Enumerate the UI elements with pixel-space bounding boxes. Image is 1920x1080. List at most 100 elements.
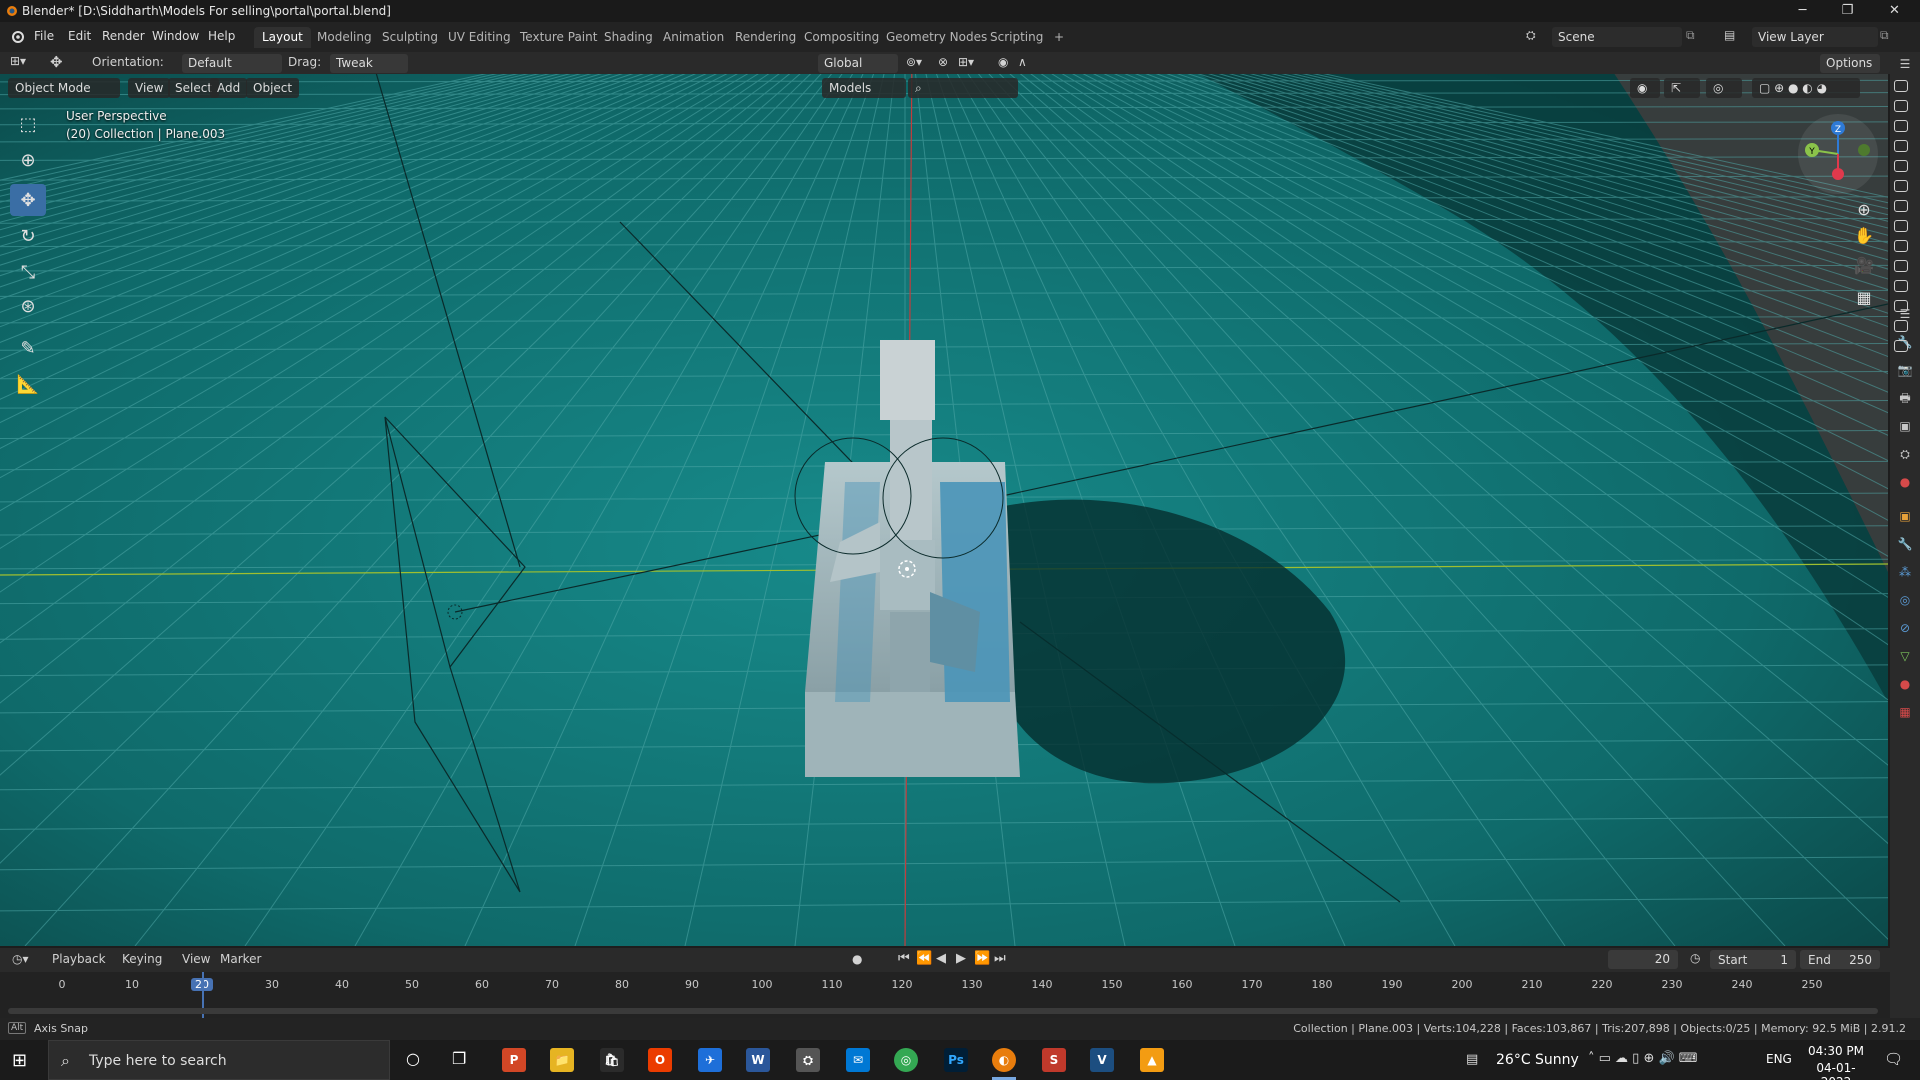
perspective-grid-icon[interactable]: ▦: [1850, 284, 1878, 312]
tab-texture-paint[interactable]: Texture Paint: [512, 27, 605, 48]
tab-sculpting[interactable]: Sculpting: [374, 27, 446, 48]
jump-start-icon[interactable]: ⏮: [898, 951, 910, 969]
transform-icon[interactable]: ⊛: [10, 290, 46, 322]
app-icon[interactable]: ✈: [698, 1048, 722, 1072]
view-layer-tab-icon[interactable]: ▣: [1897, 418, 1913, 434]
collection-filter-dropdown[interactable]: Models: [822, 78, 906, 98]
mail-icon[interactable]: ✉: [846, 1048, 870, 1072]
rotate-icon[interactable]: ↻: [10, 220, 46, 252]
menu-view[interactable]: View: [128, 78, 171, 98]
camera-visibility-icon[interactable]: [1894, 340, 1908, 352]
object-tab-icon[interactable]: ▣: [1897, 508, 1913, 524]
scene-field[interactable]: Scene: [1552, 27, 1682, 47]
camera-visibility-icon[interactable]: [1894, 220, 1908, 232]
prev-keyframe-icon[interactable]: ⏪: [916, 951, 932, 969]
end-frame-field[interactable]: End 250: [1800, 950, 1880, 969]
pivot-icon[interactable]: ⊚▾: [906, 55, 922, 73]
menu-add[interactable]: Add: [210, 78, 248, 98]
language-indicator[interactable]: ENG: [1766, 1052, 1792, 1066]
shading-mode-icon[interactable]: ▢ ⊕ ● ◐ ◕: [1752, 78, 1860, 98]
play-icon[interactable]: ▶: [956, 951, 966, 969]
minimize-button[interactable]: ─: [1780, 0, 1825, 22]
visibility-icon[interactable]: ◉: [1630, 78, 1660, 98]
world-tab-icon[interactable]: ●: [1897, 474, 1913, 490]
mode-dropdown[interactable]: Object Mode: [8, 78, 120, 98]
move-icon[interactable]: ✥: [10, 184, 46, 216]
photoshop-icon[interactable]: Ps: [944, 1048, 968, 1072]
current-frame-field[interactable]: 20: [1608, 950, 1678, 969]
tab-shading[interactable]: Shading: [596, 27, 661, 48]
scale-icon[interactable]: ⤡: [10, 256, 46, 288]
particles-tab-icon[interactable]: ⁂: [1897, 564, 1913, 580]
timeline-area[interactable]: 0102030405060708090100110120130140150160…: [0, 972, 1890, 1018]
blender-menu-icon[interactable]: [9, 30, 25, 44]
navigation-gizmo[interactable]: Z Y: [1798, 114, 1878, 194]
select-box-icon[interactable]: ⬚: [10, 108, 46, 140]
outliner-icon[interactable]: ☰: [1897, 56, 1913, 72]
close-button[interactable]: ✕: [1872, 0, 1917, 22]
3d-viewport[interactable]: User Perspective (20) Collection | Plane…: [0, 52, 1888, 946]
notifications-icon[interactable]: 🗨: [1884, 1050, 1903, 1068]
annotate-icon[interactable]: ✎: [10, 332, 46, 364]
material-tab-icon[interactable]: ●: [1897, 676, 1913, 692]
editor-type-icon[interactable]: ⊞▾: [10, 54, 26, 72]
physics-tab-icon[interactable]: ◎: [1897, 592, 1913, 608]
proportional-edit-icon[interactable]: ◉: [998, 55, 1008, 73]
view-layer-field[interactable]: View Layer: [1752, 27, 1878, 47]
modifier-tab-icon[interactable]: 🔧: [1897, 536, 1913, 552]
camera-visibility-icon[interactable]: [1894, 180, 1908, 192]
menu-help[interactable]: Help: [208, 29, 235, 43]
pan-hand-icon[interactable]: ✋: [1850, 222, 1878, 250]
cortana-icon[interactable]: ○: [406, 1049, 420, 1068]
camera-visibility-icon[interactable]: [1894, 300, 1908, 312]
menu-object[interactable]: Object: [246, 78, 300, 98]
data-tab-icon[interactable]: ▽: [1897, 648, 1913, 664]
timeline-editor-icon[interactable]: ◷▾: [12, 952, 29, 970]
preview-range-icon[interactable]: ◷: [1690, 951, 1700, 969]
menu-keying[interactable]: Keying: [122, 952, 162, 970]
scene-tab-icon[interactable]: ⛭: [1897, 446, 1913, 462]
clock-time[interactable]: 04:30 PM: [1806, 1044, 1866, 1058]
orientation-dropdown[interactable]: Default: [182, 54, 282, 73]
file-explorer-icon[interactable]: 📁: [550, 1048, 574, 1072]
camera-visibility-icon[interactable]: [1894, 100, 1908, 112]
viewport-search-icon[interactable]: ⌕: [908, 78, 1018, 98]
start-frame-field[interactable]: Start 1: [1710, 950, 1796, 969]
new-scene-icon[interactable]: ⧉: [1686, 28, 1695, 43]
camera-visibility-icon[interactable]: [1894, 80, 1908, 92]
camera-visibility-icon[interactable]: [1894, 200, 1908, 212]
output-tab-icon[interactable]: 🖶: [1897, 390, 1913, 406]
camera-visibility-icon[interactable]: [1894, 120, 1908, 132]
overlay-toggle-icon[interactable]: ◎: [1706, 78, 1742, 98]
drag-dropdown[interactable]: Tweak: [330, 54, 408, 73]
play-reverse-icon[interactable]: ◀: [936, 951, 946, 969]
blender-taskbar-icon[interactable]: ◐: [992, 1048, 1016, 1072]
camera-visibility-icon[interactable]: [1894, 320, 1908, 332]
jump-end-icon[interactable]: ⏭: [994, 951, 1006, 969]
menu-edit[interactable]: Edit: [68, 29, 91, 43]
clock-date[interactable]: 04-01-2022: [1802, 1061, 1870, 1080]
new-view-layer-icon[interactable]: ⧉: [1880, 28, 1889, 43]
menu-render[interactable]: Render: [102, 29, 145, 43]
cursor-icon[interactable]: ⊕: [10, 144, 46, 176]
menu-file[interactable]: File: [34, 29, 54, 43]
tab-rendering[interactable]: Rendering: [727, 27, 804, 48]
snap-target-icon[interactable]: ⊞▾: [958, 55, 974, 73]
menu-window[interactable]: Window: [152, 29, 199, 43]
task-view-icon[interactable]: ❐: [452, 1049, 466, 1068]
record-icon[interactable]: ●: [852, 952, 862, 970]
render-tab-icon[interactable]: 📷: [1897, 362, 1913, 378]
chrome-icon[interactable]: ◎: [894, 1048, 918, 1072]
options-dropdown[interactable]: Options: [1820, 54, 1880, 73]
texture-tab-icon[interactable]: ▦: [1897, 704, 1913, 720]
maximize-button[interactable]: ❐: [1825, 0, 1870, 22]
office-icon[interactable]: O: [648, 1048, 672, 1072]
menu-playback[interactable]: Playback: [52, 952, 106, 970]
camera-visibility-icon[interactable]: [1894, 280, 1908, 292]
tab-scripting[interactable]: Scripting: [982, 27, 1051, 48]
store-icon[interactable]: 🛍: [600, 1048, 624, 1072]
taskbar-search-box[interactable]: ⌕ Type here to search: [48, 1040, 390, 1080]
camera-visibility-icon[interactable]: [1894, 240, 1908, 252]
tab-animation[interactable]: Animation: [655, 27, 732, 48]
zoom-icon[interactable]: ⊕: [1850, 196, 1878, 224]
